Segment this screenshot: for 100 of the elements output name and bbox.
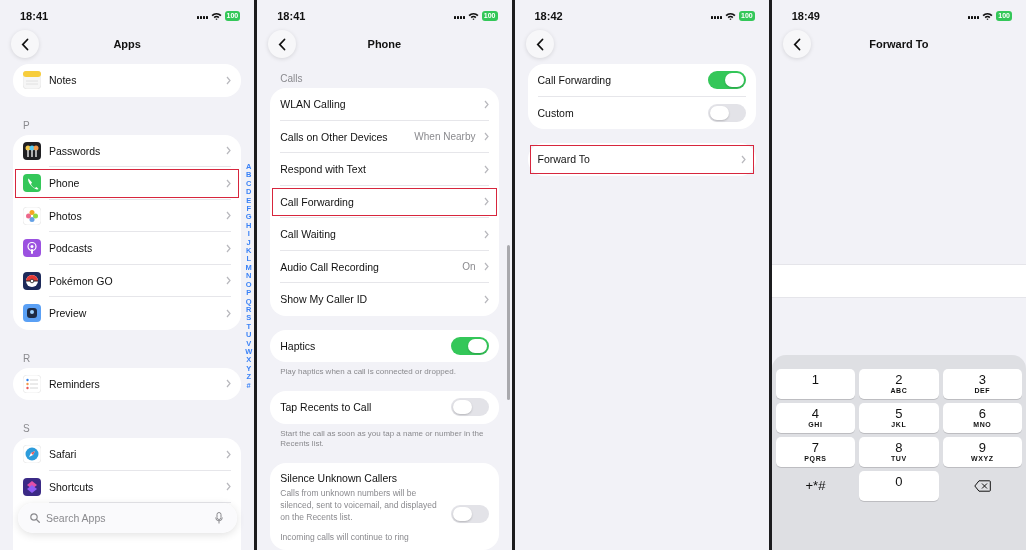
- toggle-switch[interactable]: [707, 71, 746, 90]
- app-row[interactable]: Photos: [13, 199, 242, 232]
- screen-title: Phone: [367, 38, 402, 50]
- preview-icon: [23, 304, 41, 323]
- app-row[interactable]: Shortcuts: [13, 470, 242, 503]
- row-value: On: [462, 261, 476, 273]
- row-label: Photos: [49, 209, 83, 222]
- number-field[interactable]: [771, 264, 1026, 298]
- status-time: 18:41: [20, 10, 49, 22]
- search-input[interactable]: Search Apps: [46, 512, 210, 524]
- row-label: Safari: [49, 448, 78, 461]
- back-chevron-icon: [535, 37, 544, 51]
- section-header: R: [22, 351, 32, 366]
- row-value: When Nearby: [414, 131, 476, 143]
- row-label: Forward To: [537, 153, 591, 166]
- microphone-icon[interactable]: [215, 512, 224, 524]
- row-label: Call Forwarding: [280, 195, 355, 208]
- app-row[interactable]: Reminders: [13, 367, 242, 400]
- signal-icon: [711, 13, 723, 19]
- status-time: 18:42: [534, 10, 563, 22]
- shortcuts-icon: [23, 477, 41, 496]
- app-row[interactable]: Phone: [13, 167, 242, 200]
- signal-icon: [453, 13, 465, 19]
- toggle-switch[interactable]: [450, 504, 489, 523]
- row-label: Custom: [537, 106, 575, 119]
- notes-icon: [23, 71, 41, 90]
- app-row[interactable]: Notes: [13, 64, 242, 97]
- toggle-switch[interactable]: [707, 103, 746, 122]
- row-label: Show My Caller ID: [280, 293, 369, 306]
- app-row[interactable]: Preview: [13, 297, 242, 330]
- search-icon: [30, 513, 40, 523]
- compass-icon: [23, 445, 41, 464]
- row-label: Preview: [49, 307, 88, 320]
- row-label: Reminders: [49, 377, 101, 390]
- keypad-key[interactable]: 0: [859, 471, 939, 501]
- chevron-right-icon: [226, 75, 232, 85]
- chevron-right-icon: [483, 99, 489, 109]
- section-header: S: [22, 422, 31, 436]
- row-label: Passwords: [49, 144, 102, 157]
- search-bar[interactable]: Search Apps: [18, 503, 238, 533]
- app-row[interactable]: Passwords: [13, 134, 242, 167]
- toggle-switch[interactable]: [450, 398, 489, 417]
- ball-icon: [23, 271, 41, 290]
- chevron-right-icon: [226, 449, 232, 459]
- phone-icon: [23, 174, 41, 193]
- podcast-icon: [23, 239, 41, 258]
- section-footer: Play haptics when a call is connected or dropped.: [270, 362, 499, 377]
- toggle-switch[interactable]: [450, 336, 489, 355]
- app-row[interactable]: Safari: [13, 438, 242, 471]
- keypad-key[interactable]: 1: [775, 369, 856, 399]
- settings-row[interactable]: Audio Call Recording On: [270, 250, 499, 283]
- chevron-right-icon: [226, 178, 232, 188]
- settings-row[interactable]: Call Waiting: [270, 218, 499, 251]
- back-chevron-icon: [278, 37, 287, 51]
- back-button[interactable]: [525, 30, 554, 58]
- wifi-icon: [725, 12, 737, 20]
- wifi-icon: [467, 12, 479, 20]
- chevron-right-icon: [483, 132, 489, 142]
- list-icon: [23, 374, 41, 393]
- flower-icon: [23, 206, 41, 225]
- settings-row[interactable]: Call Forwarding: [270, 185, 499, 218]
- row-label: Pokémon GO: [49, 274, 114, 287]
- keypad-key[interactable]: +*#: [775, 471, 856, 501]
- back-button[interactable]: [268, 30, 297, 58]
- chevron-right-icon: [226, 308, 232, 318]
- app-row[interactable]: Podcasts: [13, 232, 242, 265]
- back-button[interactable]: [11, 30, 39, 58]
- wifi-icon: [982, 12, 994, 20]
- screen-title: Apps: [113, 38, 141, 50]
- row-label: Shortcuts: [49, 480, 95, 493]
- row-label: Tap Recents to Call: [280, 401, 373, 414]
- section-header: P: [22, 118, 31, 133]
- status-time: 18:49: [791, 10, 820, 22]
- screen-title: Forward To: [869, 38, 929, 50]
- wifi-icon: [210, 12, 222, 20]
- signal-icon: [196, 13, 208, 19]
- settings-row[interactable]: Show My Caller ID: [270, 283, 499, 316]
- chevron-right-icon: [740, 154, 746, 164]
- back-button[interactable]: [782, 30, 811, 58]
- row-label: Notes: [49, 74, 78, 87]
- settings-row[interactable]: WLAN Calling: [270, 88, 499, 121]
- status-time: 18:41: [277, 10, 306, 22]
- delete-icon[interactable]: [973, 480, 991, 492]
- chevron-right-icon: [226, 276, 232, 286]
- settings-row[interactable]: Respond with Text: [270, 153, 499, 186]
- row-label: Phone: [49, 177, 81, 190]
- row-label: Calls on Other Devices: [280, 130, 389, 143]
- chevron-right-icon: [226, 379, 232, 389]
- row-description: Calls from unknown numbers will be silenced, sent to voicemail, and displayed on the Recents list.: [280, 486, 438, 523]
- settings-row[interactable]: Forward To: [527, 143, 756, 176]
- settings-row[interactable]: Calls on Other Devices When Nearby: [270, 120, 499, 153]
- row-label: Haptics: [280, 339, 317, 352]
- chevron-right-icon: [483, 197, 489, 207]
- row-label: Silence Unknown Callers: [280, 471, 398, 484]
- row-label: Audio Call Recording: [280, 260, 380, 273]
- chevron-right-icon: [226, 146, 232, 156]
- chevron-right-icon: [483, 229, 489, 239]
- app-row[interactable]: Pokémon GO: [13, 264, 242, 297]
- chevron-right-icon: [226, 243, 232, 253]
- row-note: Incoming calls will continue to ring: [280, 531, 410, 542]
